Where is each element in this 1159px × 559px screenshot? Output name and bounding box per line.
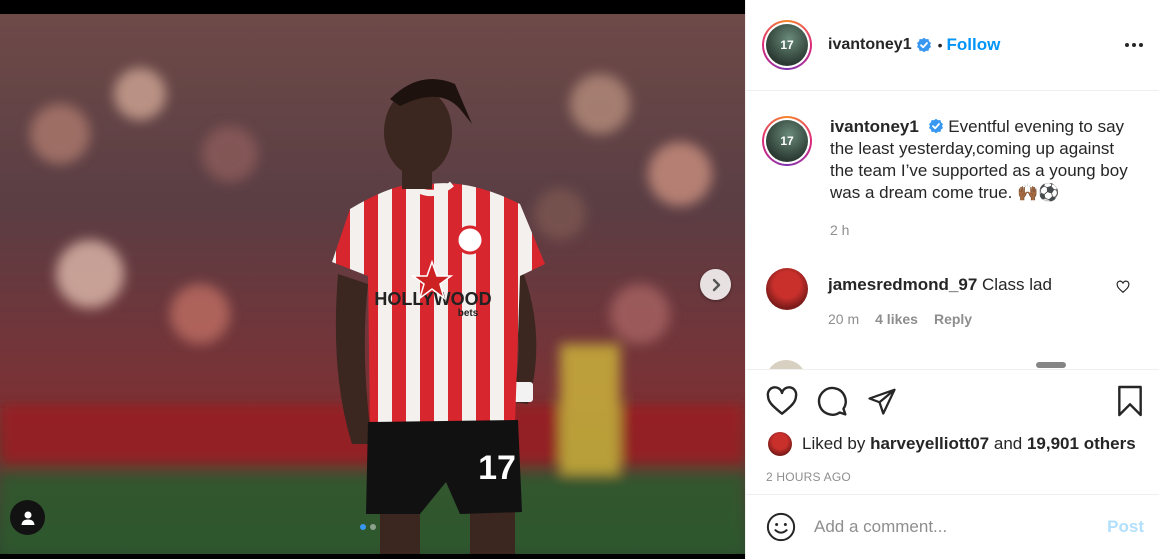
- comment-text: Class lad: [982, 275, 1052, 294]
- likes-prefix: Liked by: [802, 434, 866, 453]
- player-photo: HOLLYWOOD bets 17: [0, 14, 745, 554]
- comment-item: jamesredmond_97 Class lad 20 m 4 likes R…: [746, 268, 1159, 327]
- jersey-number: 17: [478, 449, 516, 487]
- verified-badge-icon: [928, 118, 943, 134]
- emoji-icon: [766, 512, 796, 542]
- post-actions: Liked by harveyelliott07 and 19,901 othe…: [746, 369, 1159, 494]
- liker-avatar[interactable]: [768, 432, 792, 456]
- post-header: 17 ivantoney1 • Follow: [746, 0, 1159, 91]
- comment-time[interactable]: 20 m: [828, 311, 859, 327]
- post-media: HOLLYWOOD bets 17: [0, 0, 745, 559]
- emoji-button[interactable]: [766, 512, 796, 542]
- commenter-avatar[interactable]: [766, 268, 808, 310]
- caption-time[interactable]: 2 h: [830, 222, 1130, 238]
- comments-section: 17 ivantoney1 Eventful evening to say th…: [746, 92, 1159, 369]
- verified-badge-icon: [916, 37, 931, 53]
- caption-avatar[interactable]: 17: [762, 116, 812, 166]
- share-button[interactable]: [866, 386, 898, 416]
- post-photo[interactable]: HOLLYWOOD bets 17: [0, 14, 745, 554]
- liker-username[interactable]: harveyelliott07: [870, 434, 989, 454]
- comment-icon: [817, 386, 847, 416]
- save-button[interactable]: [1116, 385, 1144, 417]
- comment-heart-icon[interactable]: [1116, 280, 1130, 294]
- chevron-right-icon: [712, 278, 720, 291]
- next-photo-button[interactable]: [700, 269, 731, 300]
- post-timestamp[interactable]: 2 HOURS AGO: [746, 456, 1159, 484]
- share-icon: [868, 388, 896, 415]
- likes-others-link[interactable]: 19,901 others: [1027, 434, 1136, 454]
- next-comment-text-partial: [1036, 362, 1066, 368]
- next-comment-avatar-partial: [766, 360, 806, 369]
- caption-username[interactable]: ivantoney1: [830, 117, 919, 136]
- post-caption: 17 ivantoney1 Eventful evening to say th…: [746, 92, 1159, 238]
- comment-reply-button[interactable]: Reply: [934, 311, 972, 327]
- caption-avatar-image: 17: [766, 120, 808, 162]
- avatar-image: 17: [766, 24, 808, 66]
- follow-button[interactable]: Follow: [947, 35, 1001, 55]
- likes-joiner: and: [993, 434, 1023, 453]
- save-icon: [1118, 385, 1142, 417]
- add-comment-bar: Post: [746, 494, 1159, 559]
- follow-separator: •: [937, 37, 943, 53]
- tagged-users-button[interactable]: [10, 500, 45, 535]
- comment-input[interactable]: [814, 517, 1108, 537]
- author-avatar[interactable]: 17: [762, 20, 812, 70]
- commenter-username[interactable]: jamesredmond_97: [828, 275, 977, 294]
- jersey-sponsor-sub: bets: [458, 308, 479, 319]
- carousel-dot-active: [360, 524, 366, 530]
- comment-likes[interactable]: 4 likes: [875, 311, 918, 327]
- like-button[interactable]: [766, 386, 798, 416]
- user-tag-icon: [21, 511, 34, 525]
- more-options-icon[interactable]: [1125, 37, 1143, 53]
- heart-icon: [766, 386, 798, 415]
- author-username[interactable]: ivantoney1: [828, 36, 912, 54]
- carousel-dot: [370, 524, 376, 530]
- carousel-indicator: [360, 524, 376, 530]
- post-comment-button[interactable]: Post: [1107, 517, 1144, 537]
- likes-summary: Liked by harveyelliott07 and 19,901 othe…: [746, 432, 1159, 456]
- jersey-sponsor: HOLLYWOOD: [374, 289, 491, 309]
- comment-button[interactable]: [816, 385, 848, 417]
- post-details-panel: 17 ivantoney1 • Follow 17 ivantoney1 Eve…: [745, 0, 1159, 559]
